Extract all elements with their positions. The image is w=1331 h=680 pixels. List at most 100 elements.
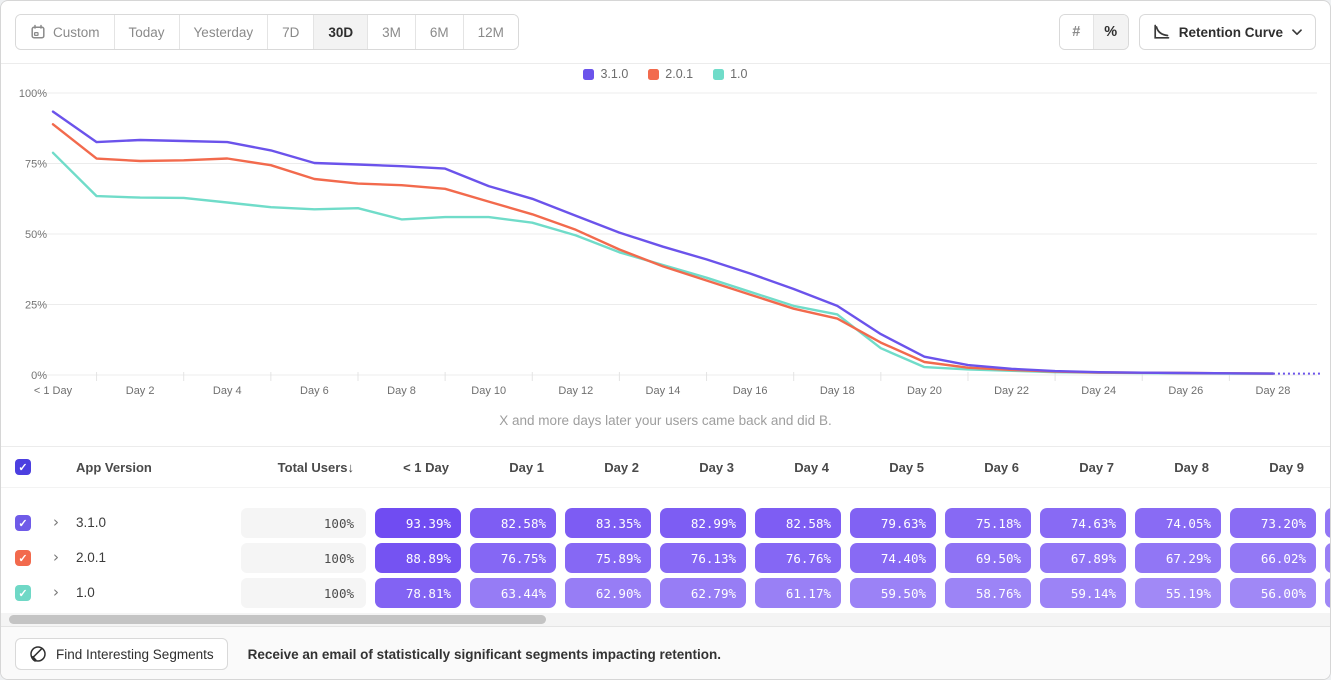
retention-report-panel: CustomToday Yesterday 7D 30D 3M6M12M #% Rete… bbox=[0, 0, 1331, 680]
legend-swatch bbox=[648, 69, 659, 80]
retention-cell[interactable]: 93.39% bbox=[375, 508, 461, 538]
range-button-6m[interactable]: 6M bbox=[416, 15, 464, 49]
expand-chevron-right-icon[interactable]: › bbox=[53, 585, 59, 600]
retention-table: ✓App VersionTotal Users ↓< 1 DayDay 1Day… bbox=[1, 446, 1330, 613]
chart-legend: 3.1.0 2.0.1 1.0 bbox=[1, 67, 1330, 81]
x-axis-label: Day 14 bbox=[646, 385, 681, 397]
column-header-day: Day 7 bbox=[1040, 447, 1126, 488]
sort-down-icon: ↓ bbox=[348, 460, 355, 475]
retention-cell[interactable]: 73.20% bbox=[1230, 508, 1316, 538]
retention-line-chart: 0%25%50%75%100%< 1 DayDay 2Day 4Day 6Day… bbox=[1, 86, 1331, 416]
retention-cell-partial bbox=[1325, 543, 1330, 573]
range-button-30d[interactable]: 30D bbox=[314, 15, 368, 49]
retention-cell[interactable]: 69.50% bbox=[945, 543, 1031, 573]
range-button-3m[interactable]: 3M bbox=[368, 15, 416, 49]
chart-type-dropdown[interactable]: Retention Curve bbox=[1139, 14, 1316, 50]
column-header-day: Day 9 bbox=[1230, 447, 1316, 488]
x-axis-label: Day 12 bbox=[558, 385, 593, 397]
retention-cell[interactable]: 58.76% bbox=[945, 578, 1031, 608]
retention-cell[interactable]: 82.58% bbox=[470, 508, 556, 538]
retention-chart-area: 3.1.02.0.11.0 0%25%50%75%100%< 1 DayDay … bbox=[1, 64, 1330, 446]
legend-item-2.0.1[interactable]: 2.0.1 bbox=[648, 67, 693, 81]
retention-cell[interactable]: 75.18% bbox=[945, 508, 1031, 538]
retention-cell[interactable]: 59.14% bbox=[1040, 578, 1126, 608]
row-checkbox[interactable]: ✓ bbox=[15, 515, 31, 531]
total-users-cell: 100% bbox=[241, 508, 366, 538]
retention-cell[interactable]: 82.58% bbox=[755, 508, 841, 538]
app-version-label: 3.1.0 bbox=[76, 515, 106, 530]
legend-swatch bbox=[583, 69, 594, 80]
x-axis-label: Day 18 bbox=[820, 385, 855, 397]
range-button-12m[interactable]: 12M bbox=[464, 15, 518, 49]
range-button-custom[interactable]: Custom bbox=[16, 15, 115, 49]
legend-item-3.1.0[interactable]: 3.1.0 bbox=[583, 67, 628, 81]
retention-cell[interactable]: 74.05% bbox=[1135, 508, 1221, 538]
find-interesting-segments-button[interactable]: Find Interesting Segments bbox=[15, 638, 228, 670]
x-axis-label: Day 16 bbox=[733, 385, 768, 397]
retention-cell[interactable]: 55.19% bbox=[1135, 578, 1221, 608]
toolbar: CustomToday Yesterday 7D 30D 3M6M12M #% Rete… bbox=[1, 1, 1330, 64]
column-header-total-users[interactable]: Total Users ↓ bbox=[241, 447, 354, 488]
range-button-yesterday[interactable]: Yesterday bbox=[180, 15, 269, 49]
retention-cell[interactable]: 83.35% bbox=[565, 508, 651, 538]
y-axis-label: 0% bbox=[31, 370, 47, 382]
x-axis-label: Day 4 bbox=[213, 385, 242, 397]
retention-cell[interactable]: 66.02% bbox=[1230, 543, 1316, 573]
select-all-checkbox[interactable]: ✓ bbox=[15, 459, 31, 475]
range-button-7d[interactable]: 7D bbox=[268, 15, 314, 49]
retention-cell[interactable]: 62.90% bbox=[565, 578, 651, 608]
row-checkbox[interactable]: ✓ bbox=[15, 550, 31, 566]
y-axis-label: 75% bbox=[25, 159, 47, 171]
retention-cell[interactable]: 79.63% bbox=[850, 508, 936, 538]
legend-item-1.0[interactable]: 1.0 bbox=[713, 67, 747, 81]
toggle-percentages[interactable]: % bbox=[1094, 15, 1128, 49]
range-button-label: 7D bbox=[282, 25, 299, 40]
retention-cell-partial bbox=[1325, 508, 1330, 538]
retention-cell[interactable]: 74.40% bbox=[850, 543, 936, 573]
footer-note: Receive an email of statistically signif… bbox=[248, 647, 721, 662]
total-users-cell: 100% bbox=[241, 543, 366, 573]
retention-cell[interactable]: 88.89% bbox=[375, 543, 461, 573]
column-header-day: Day 3 bbox=[660, 447, 746, 488]
chart-type-label: Retention Curve bbox=[1179, 25, 1283, 40]
table-row-1.0: ✓›1.0100%78.81%63.44%62.90%62.79%61.17%5… bbox=[1, 578, 1330, 608]
horizontal-scrollbar-thumb[interactable] bbox=[9, 615, 546, 624]
retention-cell[interactable]: 75.89% bbox=[565, 543, 651, 573]
retention-cell[interactable]: 56.00% bbox=[1230, 578, 1316, 608]
retention-cell[interactable]: 63.44% bbox=[470, 578, 556, 608]
retention-cell[interactable]: 76.75% bbox=[470, 543, 556, 573]
column-header-day: Day 8 bbox=[1135, 447, 1221, 488]
retention-cell[interactable]: 78.81% bbox=[375, 578, 461, 608]
x-axis-label: Day 28 bbox=[1256, 385, 1291, 397]
retention-cell[interactable]: 67.89% bbox=[1040, 543, 1126, 573]
toggle-absolute-numbers[interactable]: # bbox=[1060, 15, 1094, 49]
x-axis-label: Day 8 bbox=[387, 385, 416, 397]
table-row-3.1.0: ✓ › 3.1.0 100% 93.39% 82.58% 83.35% 82.99% 82.58… bbox=[1, 508, 1330, 538]
retention-cell[interactable]: 62.79% bbox=[660, 578, 746, 608]
retention-cell[interactable]: 76.76% bbox=[755, 543, 841, 573]
range-button-label: Yesterday bbox=[194, 25, 254, 40]
column-header-day: < 1 Day bbox=[375, 447, 461, 488]
x-axis-label: Day 26 bbox=[1168, 385, 1203, 397]
expand-chevron-right-icon[interactable]: › bbox=[53, 515, 59, 530]
x-axis-label: Day 2 bbox=[126, 385, 155, 397]
retention-cell[interactable]: 74.63% bbox=[1040, 508, 1126, 538]
range-button-label: 30D bbox=[328, 25, 353, 40]
horizontal-scrollbar-track[interactable] bbox=[1, 613, 1330, 626]
table-header-row: ✓App VersionTotal Users ↓< 1 DayDay 1Day… bbox=[1, 447, 1330, 488]
range-button-today[interactable]: Today bbox=[115, 15, 180, 49]
calendar-icon bbox=[30, 24, 46, 40]
retention-cell[interactable]: 82.99% bbox=[660, 508, 746, 538]
expand-chevron-right-icon[interactable]: › bbox=[53, 550, 59, 565]
retention-cell[interactable]: 76.13% bbox=[660, 543, 746, 573]
retention-cell[interactable]: 61.17% bbox=[755, 578, 841, 608]
legend-swatch bbox=[713, 69, 724, 80]
column-header-day: Day 2 bbox=[565, 447, 651, 488]
row-checkbox[interactable]: ✓ bbox=[15, 585, 31, 601]
column-header-app-version: App Version bbox=[76, 447, 152, 488]
date-range-group: CustomToday Yesterday 7D 30D 3M6M12M bbox=[15, 14, 519, 50]
retention-cell[interactable]: 59.50% bbox=[850, 578, 936, 608]
retention-cell[interactable]: 67.29% bbox=[1135, 543, 1221, 573]
x-axis-label: Day 6 bbox=[300, 385, 329, 397]
total-users-cell: 100% bbox=[241, 578, 366, 608]
